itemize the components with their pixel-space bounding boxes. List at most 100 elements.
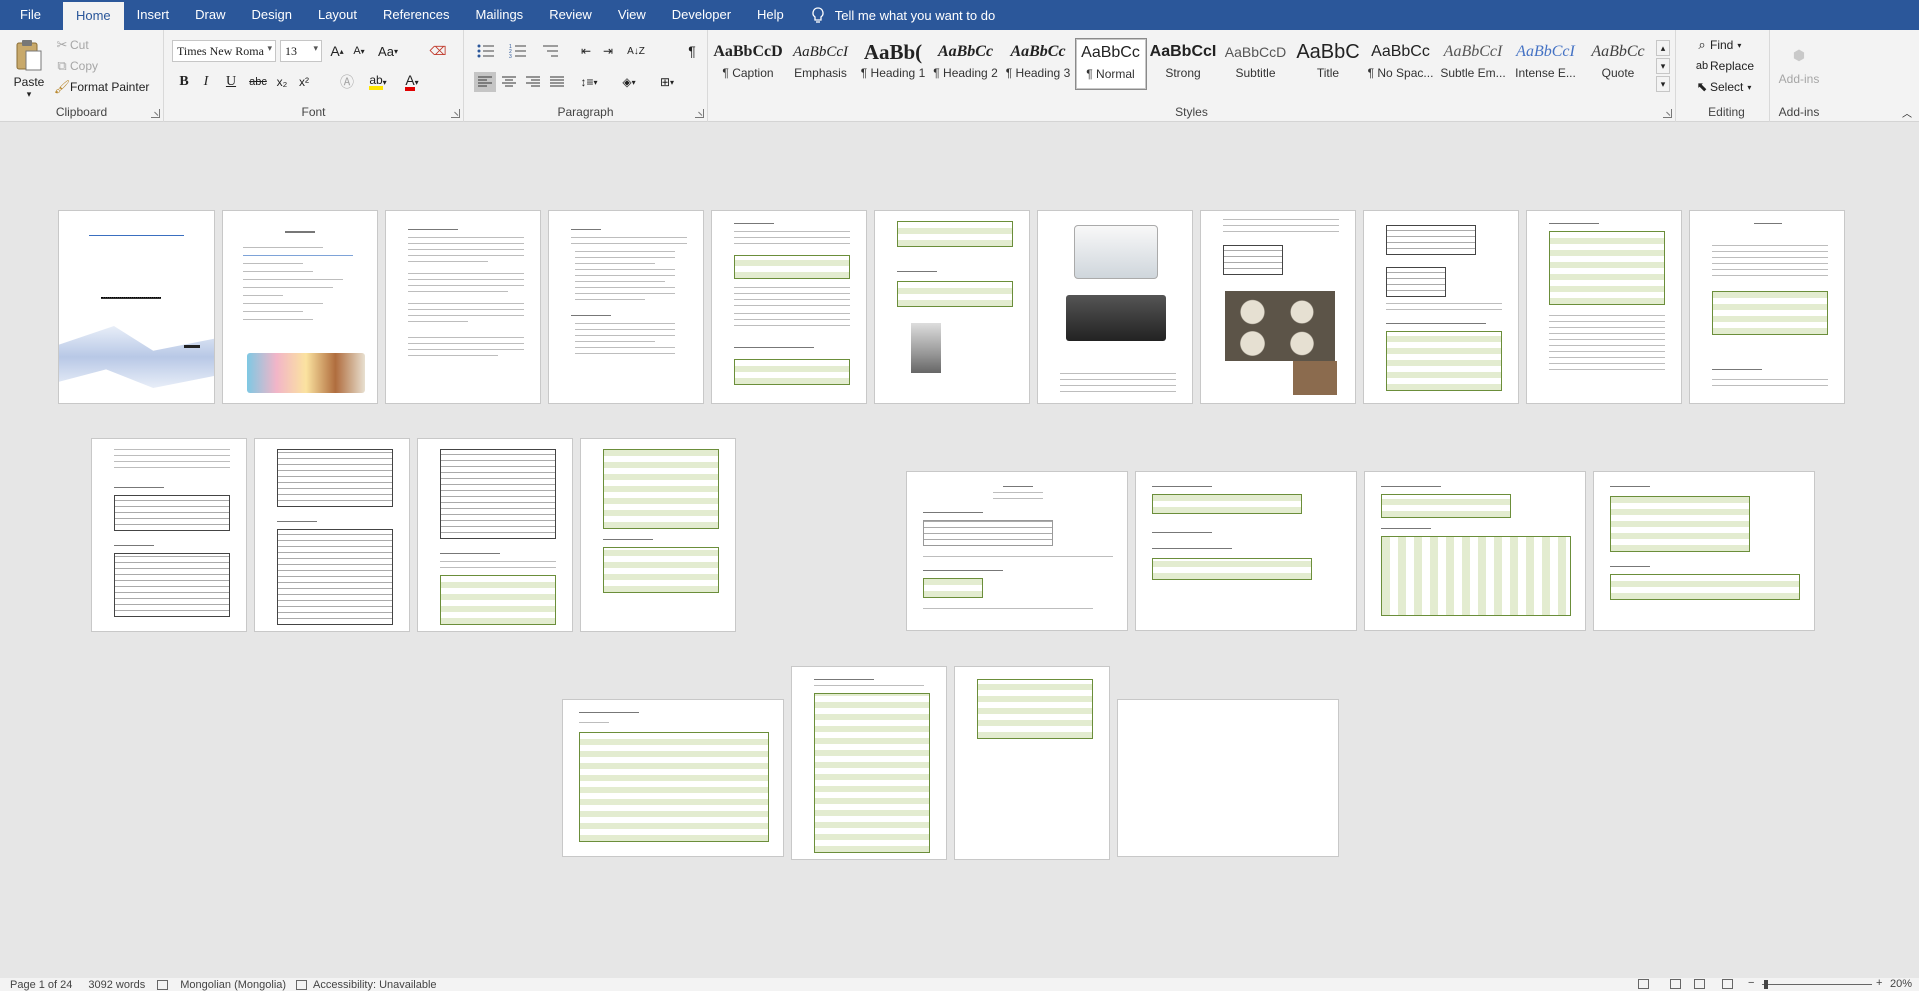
- align-left-button[interactable]: [474, 72, 496, 92]
- page-thumbnail[interactable]: [711, 210, 867, 404]
- page-thumbnail[interactable]: [1135, 471, 1357, 631]
- tab-view[interactable]: View: [605, 0, 659, 30]
- zoom-out-button[interactable]: −: [1748, 977, 1754, 989]
- page-thumbnail[interactable]: [1037, 210, 1193, 404]
- find-button[interactable]: ⌕ Find ▾: [1694, 36, 1741, 54]
- page-thumbnail[interactable]: [1364, 471, 1586, 631]
- bullets-button[interactable]: [472, 41, 500, 61]
- tab-home[interactable]: Home: [62, 2, 124, 30]
- tab-layout[interactable]: Layout: [305, 0, 370, 30]
- select-button[interactable]: ⬉ Select ▾: [1694, 78, 1752, 96]
- multilevel-list-button[interactable]: [536, 41, 564, 61]
- styles-scroll-up-button[interactable]: ▴: [1656, 40, 1670, 56]
- clear-formatting-button[interactable]: ⌫: [428, 41, 448, 61]
- highlight-button[interactable]: ab ▾: [364, 72, 392, 92]
- decrease-indent-button[interactable]: ⇤: [576, 41, 596, 61]
- change-case-button[interactable]: Aa ▾: [374, 41, 402, 61]
- page-thumbnail[interactable]: [222, 210, 378, 404]
- focus-mode-icon[interactable]: [1638, 979, 1649, 989]
- tab-draw[interactable]: Draw: [182, 0, 238, 30]
- superscript-button[interactable]: x²: [294, 72, 314, 92]
- proofing-icon[interactable]: [157, 979, 169, 990]
- format-painter-button[interactable]: 🖌 Format Painter: [54, 78, 150, 96]
- print-layout-icon[interactable]: [1694, 979, 1705, 989]
- bold-button[interactable]: B: [174, 72, 194, 92]
- language-indicator[interactable]: Mongolian (Mongolia): [180, 979, 286, 991]
- styles-more-button[interactable]: ▾: [1656, 76, 1670, 92]
- page-thumbnail[interactable]: [417, 438, 573, 632]
- style-subtitle[interactable]: AaBbCcD Subtitle: [1220, 38, 1292, 90]
- page-thumbnail[interactable]: [58, 210, 215, 404]
- word-count[interactable]: 3092 words: [88, 979, 145, 991]
- tab-references[interactable]: References: [370, 0, 462, 30]
- tab-design[interactable]: Design: [239, 0, 305, 30]
- italic-button[interactable]: I: [196, 72, 216, 92]
- replace-button[interactable]: ab Replace: [1694, 57, 1754, 75]
- zoom-slider[interactable]: [1762, 984, 1872, 985]
- show-formatting-button[interactable]: ¶: [682, 41, 702, 61]
- tab-file[interactable]: File: [0, 0, 63, 30]
- collapse-ribbon-button[interactable]: ︿: [1900, 106, 1914, 120]
- align-center-button[interactable]: [498, 72, 520, 92]
- line-spacing-button[interactable]: ↕≡ ▾: [574, 72, 604, 92]
- page-thumbnail[interactable]: [254, 438, 410, 632]
- clipboard-launcher-icon[interactable]: [151, 109, 160, 118]
- style-subtle-em[interactable]: AaBbCcI Subtle Em...: [1437, 38, 1509, 90]
- borders-button[interactable]: ⊞ ▾: [652, 72, 682, 92]
- style-quote[interactable]: AaBbCc Quote: [1582, 38, 1654, 90]
- tab-help[interactable]: Help: [744, 0, 797, 30]
- font-name-combo[interactable]: Times New Roma: [172, 40, 276, 62]
- page-thumbnail[interactable]: [91, 438, 247, 632]
- page-thumbnail[interactable]: [1689, 210, 1845, 404]
- styles-scroll-down-button[interactable]: ▾: [1656, 58, 1670, 74]
- page-thumbnail[interactable]: [1526, 210, 1682, 404]
- page-thumbnail[interactable]: [906, 471, 1128, 631]
- page-thumbnail[interactable]: [1200, 210, 1356, 404]
- shading-button[interactable]: ◈ ▾: [614, 72, 644, 92]
- style-intense-e[interactable]: AaBbCcI Intense E...: [1510, 38, 1582, 90]
- cut-button[interactable]: ✂ Cut: [54, 36, 89, 54]
- page-thumbnail[interactable]: [791, 666, 947, 860]
- underline-button[interactable]: U: [218, 72, 244, 92]
- page-thumbnail[interactable]: [385, 210, 541, 404]
- increase-indent-button[interactable]: ⇥: [598, 41, 618, 61]
- page-thumbnail[interactable]: [548, 210, 704, 404]
- page-thumbnail[interactable]: [1117, 699, 1339, 857]
- numbering-button[interactable]: 123: [504, 41, 532, 61]
- page-thumbnail[interactable]: [874, 210, 1030, 404]
- page-thumbnail[interactable]: [1593, 471, 1815, 631]
- paste-button[interactable]: Paste ▾: [10, 36, 48, 102]
- tell-me-box[interactable]: Tell me what you want to do: [797, 0, 995, 30]
- paragraph-launcher-icon[interactable]: [695, 109, 704, 118]
- style-heading-2[interactable]: AaBbCc ¶ Heading 2: [930, 38, 1002, 90]
- zoom-in-button[interactable]: +: [1876, 977, 1882, 989]
- page-thumbnail[interactable]: [1363, 210, 1519, 404]
- align-right-button[interactable]: [522, 72, 544, 92]
- page-thumbnail[interactable]: [580, 438, 736, 632]
- style-normal[interactable]: AaBbCc ¶ Normal: [1074, 38, 1147, 90]
- style-heading-3[interactable]: AaBbCc ¶ Heading 3: [1002, 38, 1074, 90]
- style-no-spac[interactable]: AaBbCc ¶ No Spac...: [1365, 38, 1437, 90]
- copy-button[interactable]: ⧉ Copy: [54, 57, 98, 75]
- tab-mailings[interactable]: Mailings: [463, 0, 537, 30]
- tab-developer[interactable]: Developer: [659, 0, 744, 30]
- page-count[interactable]: Page 1 of 24: [10, 979, 72, 991]
- grow-font-button[interactable]: A ▴: [328, 41, 346, 61]
- zoom-slider-thumb[interactable]: [1764, 980, 1768, 989]
- read-mode-icon[interactable]: [1670, 979, 1681, 989]
- justify-button[interactable]: [546, 72, 568, 92]
- web-layout-icon[interactable]: [1722, 979, 1733, 989]
- style-emphasis[interactable]: AaBbCcI Emphasis: [785, 38, 857, 90]
- style-strong[interactable]: AaBbCcI Strong: [1147, 38, 1219, 90]
- page-thumbnail[interactable]: [954, 666, 1110, 860]
- font-launcher-icon[interactable]: [451, 109, 460, 118]
- subscript-button[interactable]: x₂: [272, 72, 292, 92]
- font-color-button[interactable]: A ▾: [398, 72, 426, 92]
- text-effects-button[interactable]: Ⓐ: [334, 72, 360, 92]
- styles-launcher-icon[interactable]: [1663, 109, 1672, 118]
- strikethrough-button[interactable]: abc: [246, 72, 270, 92]
- page-thumbnail[interactable]: [562, 699, 784, 857]
- style-caption[interactable]: AaBbCcD ¶ Caption: [712, 38, 784, 90]
- sort-button[interactable]: A↓Z: [626, 41, 646, 61]
- zoom-level[interactable]: 20%: [1890, 978, 1912, 990]
